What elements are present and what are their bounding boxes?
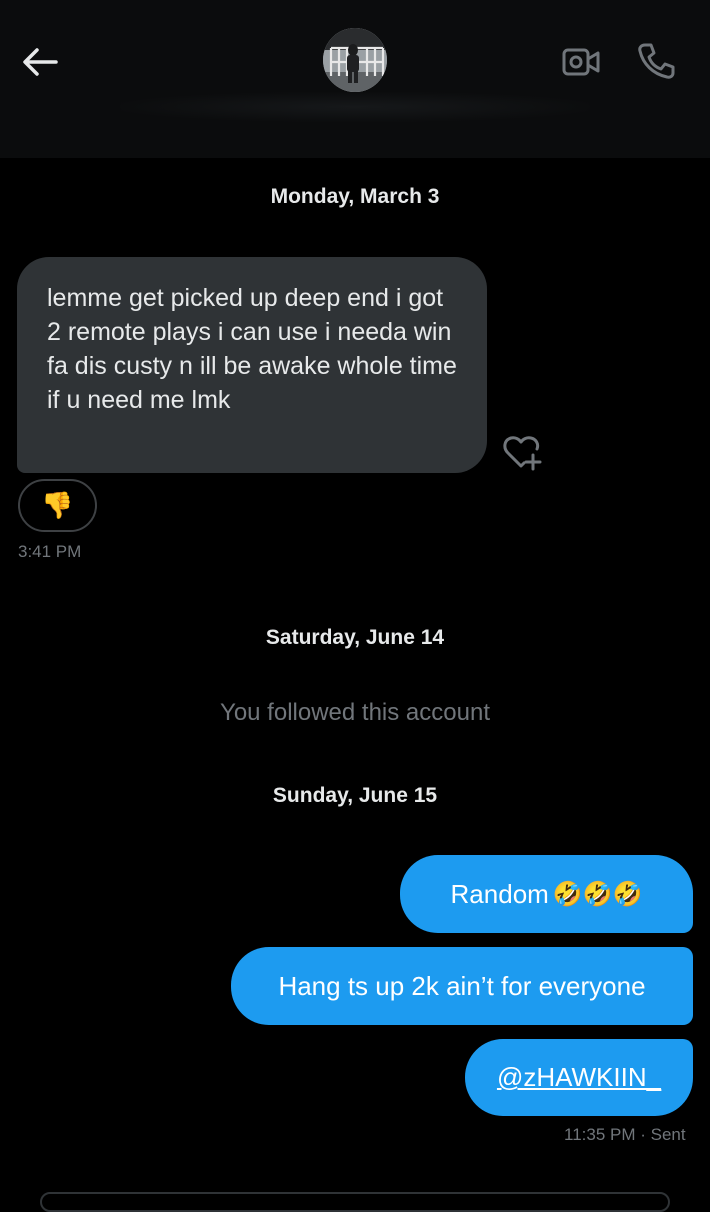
outgoing-message-bubble[interactable]: Random 🤣🤣🤣 — [400, 855, 693, 933]
system-notice: You followed this account — [220, 699, 490, 726]
date-separator: Saturday, June 14 — [265, 626, 445, 649]
laughing-emoji: 🤣🤣🤣 — [552, 880, 643, 908]
avatar-photo — [323, 28, 387, 92]
contact-avatar[interactable] — [323, 28, 387, 92]
date-separator: Sunday, June 15 — [272, 784, 438, 807]
outgoing-message-bubble[interactable]: Hang ts up 2k ain’t for everyone — [231, 947, 693, 1025]
sent-time: 11:35 PM — [564, 1125, 636, 1144]
heart-plus-icon — [503, 436, 542, 471]
date-separator: Monday, March 3 — [270, 185, 440, 208]
message-timestamp: 3:41 PM — [18, 542, 82, 561]
video-camera-icon — [562, 48, 600, 76]
outgoing-message-text: Random — [450, 878, 549, 909]
blurred-name — [120, 92, 590, 122]
conversation-header — [0, 0, 710, 158]
incoming-message-text: lemme get picked up deep end i got 2 rem… — [47, 284, 457, 414]
arrow-left-icon — [23, 48, 58, 76]
message-reaction-badge[interactable]: 👎 — [18, 479, 97, 532]
sent-timestamp: 11:35 PM · Sent — [564, 1125, 686, 1145]
mention-link[interactable]: @zHAWKIIN_ — [497, 1062, 661, 1093]
outgoing-message-bubble[interactable]: @zHAWKIIN_ — [465, 1039, 693, 1116]
outgoing-message-text: Hang ts up 2k ain’t for everyone — [278, 970, 646, 1001]
sent-status: · Sent — [640, 1125, 686, 1144]
back-button[interactable] — [18, 40, 62, 84]
video-call-button[interactable] — [558, 40, 604, 84]
add-reaction-button[interactable] — [500, 432, 546, 472]
incoming-message-bubble[interactable]: lemme get picked up deep end i got 2 rem… — [17, 257, 487, 473]
thumbs-down-emoji: 👎 — [41, 490, 74, 520]
voice-call-button[interactable] — [632, 38, 680, 84]
compose-bar[interactable] — [40, 1192, 670, 1212]
phone-icon — [638, 43, 675, 79]
